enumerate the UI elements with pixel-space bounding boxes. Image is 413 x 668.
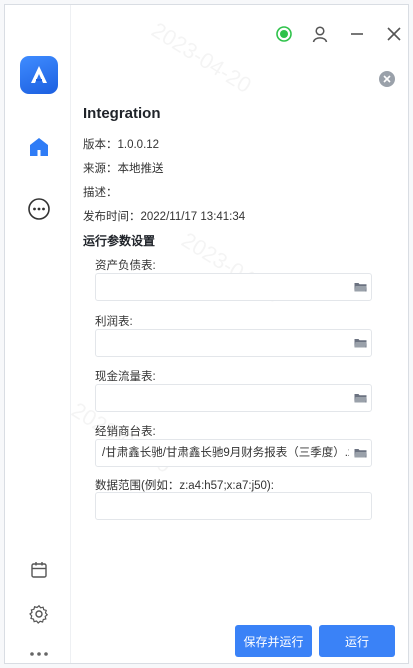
logo-icon	[31, 66, 47, 83]
income-statement-input[interactable]	[95, 329, 372, 357]
user-icon	[312, 26, 328, 43]
chat-icon	[28, 198, 50, 220]
balance-sheet-input[interactable]	[95, 273, 372, 301]
run-button[interactable]: 运行	[319, 625, 395, 657]
window-close-button[interactable]	[383, 23, 405, 45]
app-logo	[20, 56, 58, 94]
data-range-input[interactable]	[95, 492, 372, 520]
publish-time-text: 发布时间：2022/11/17 13:41:34	[83, 211, 246, 223]
cash-flow-label: 现金流量表:	[95, 371, 156, 383]
dealer-table-value: /甘肃鑫长驰/甘肃鑫长驰9月财务报表（三季度）.xls	[102, 447, 349, 459]
folder-icon[interactable]	[354, 338, 367, 348]
version-text: 版本：1.0.0.12	[83, 139, 160, 151]
income-statement-label: 利润表:	[95, 316, 133, 328]
dealer-table-label: 经销商台表:	[95, 426, 156, 438]
sidebar-item-calendar[interactable]	[26, 557, 52, 583]
gear-icon	[29, 604, 49, 624]
minimize-button[interactable]	[346, 23, 368, 45]
sidebar-item-more[interactable]	[26, 641, 52, 663]
sidebar-item-chat[interactable]	[26, 196, 52, 222]
home-icon	[30, 138, 48, 156]
folder-icon[interactable]	[354, 282, 367, 292]
cash-flow-input[interactable]	[95, 384, 372, 412]
close-icon	[387, 27, 401, 41]
panel-close-button[interactable]	[379, 71, 395, 87]
status-indicator[interactable]	[273, 23, 295, 45]
params-heading: 运行参数设置	[83, 234, 156, 248]
data-range-label: 数据范围(例如：z:a4:h57;x:a7:j50):	[95, 480, 274, 492]
minimize-icon	[351, 33, 363, 35]
status-dot-icon	[276, 26, 292, 42]
description-text: 描述：	[83, 187, 118, 199]
folder-icon[interactable]	[354, 393, 367, 403]
title-bar	[71, 5, 408, 57]
sidebar-item-home[interactable]	[26, 134, 52, 160]
more-icon	[30, 652, 48, 656]
source-text: 来源：本地推送	[83, 163, 164, 175]
folder-icon[interactable]	[354, 448, 367, 458]
sidebar-item-settings[interactable]	[26, 601, 52, 627]
page-title: Integration	[83, 105, 161, 122]
calendar-icon	[31, 562, 47, 578]
balance-sheet-label: 资产负债表:	[95, 260, 156, 272]
close-icon	[383, 75, 391, 83]
sidebar	[5, 5, 71, 663]
save-and-run-button[interactable]: 保存并运行	[235, 625, 312, 657]
user-button[interactable]	[309, 23, 331, 45]
app-window: 2023-04-20 2023-04-20 2023-04-20	[4, 4, 409, 664]
dealer-table-input[interactable]: /甘肃鑫长驰/甘肃鑫长驰9月财务报表（三季度）.xls	[95, 439, 372, 467]
